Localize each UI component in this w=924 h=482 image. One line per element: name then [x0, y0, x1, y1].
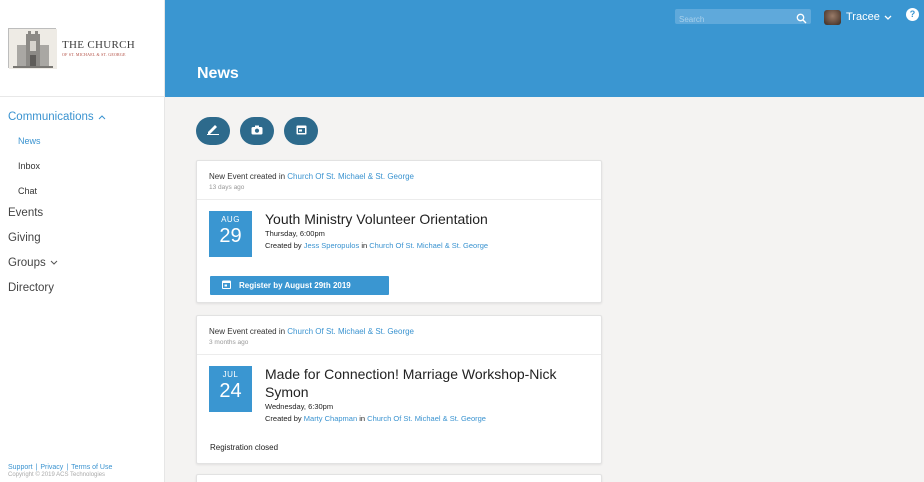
- nav-chat[interactable]: Chat: [0, 180, 164, 202]
- register-button[interactable]: Register by August 29th 2019: [210, 276, 389, 295]
- support-link[interactable]: Support: [8, 464, 33, 471]
- nav-groups[interactable]: Groups: [0, 252, 164, 274]
- author-link[interactable]: Marty Chapman: [304, 414, 357, 423]
- pencil-icon: [206, 122, 220, 140]
- chevron-up-icon: [98, 113, 106, 122]
- church-building-icon: [8, 28, 57, 69]
- church-subname: OF ST. MICHAEL & ST. GEORGE: [62, 52, 126, 57]
- user-name: Tracee: [846, 11, 880, 23]
- post-actions: [196, 117, 318, 145]
- event-day: 29: [219, 225, 242, 247]
- event-details: AUG 29 Youth Ministry Volunteer Orientat…: [197, 200, 601, 257]
- event-title[interactable]: Made for Connection! Marriage Workshop-N…: [265, 365, 565, 401]
- church-link[interactable]: Church Of St. Michael & St. George: [369, 241, 488, 250]
- post-prefix: New Event created in: [209, 172, 286, 181]
- in-label: in: [359, 414, 366, 423]
- news-post: [196, 474, 602, 482]
- post-header: New Event created in Church Of St. Micha…: [197, 316, 601, 355]
- chevron-down-icon: [884, 8, 892, 26]
- page-title: News: [197, 65, 239, 82]
- church-link[interactable]: Church Of St. Michael & St. George: [287, 327, 414, 336]
- nav-events-label: Events: [8, 207, 44, 219]
- nav-communications[interactable]: Communications: [0, 109, 164, 128]
- nav-groups-label: Groups: [8, 257, 46, 269]
- event-details: JUL 24 Made for Connection! Marriage Wor…: [197, 355, 601, 423]
- nav-directory[interactable]: Directory: [0, 277, 164, 299]
- new-photo-button[interactable]: [240, 117, 274, 145]
- event-date-badge: AUG 29: [209, 211, 252, 257]
- calendar-icon: [296, 122, 307, 140]
- post-header: New Event created in Church Of St. Micha…: [197, 161, 601, 200]
- nav-giving[interactable]: Giving: [0, 227, 164, 249]
- event-day: 24: [219, 380, 242, 402]
- post-summary: New Event created in Church Of St. Micha…: [209, 172, 589, 181]
- copyright: Copyright © 2019 ACS Technologies: [8, 472, 106, 478]
- page-header: Tracee ? News: [165, 0, 924, 97]
- created-by-label: Created by: [265, 241, 302, 250]
- church-link[interactable]: Church Of St. Michael & St. George: [367, 414, 486, 423]
- post-time: 13 days ago: [209, 184, 245, 191]
- church-logo[interactable]: THE CHURCH OF ST. MICHAEL & ST. GEORGE: [0, 0, 164, 97]
- footer-separator: |: [35, 464, 38, 471]
- nav-directory-label: Directory: [8, 282, 55, 294]
- event-creator: Created by Marty Chapman in Church Of St…: [265, 414, 565, 423]
- help-icon[interactable]: ?: [906, 8, 919, 21]
- search-box: [675, 9, 811, 27]
- event-month: JUL: [222, 370, 239, 379]
- church-link[interactable]: Church Of St. Michael & St. George: [287, 172, 414, 181]
- event-month: AUG: [221, 215, 240, 224]
- event-title[interactable]: Youth Ministry Volunteer Orientation: [265, 210, 488, 228]
- calendar-icon: [222, 280, 231, 291]
- in-label: in: [361, 241, 368, 250]
- search-input[interactable]: [675, 12, 785, 27]
- nav-giving-label: Giving: [8, 232, 41, 244]
- created-by-label: Created by: [265, 414, 302, 423]
- author-link[interactable]: Jess Speropulos: [304, 241, 359, 250]
- sidebar: THE CHURCH OF ST. MICHAEL & ST. GEORGE C…: [0, 0, 165, 482]
- event-date-badge: JUL 24: [209, 366, 252, 412]
- footer: Support | Privacy | Terms of Use Copyright ©…: [8, 464, 112, 478]
- register-button-label: Register by August 29th 2019: [239, 281, 351, 290]
- nav-communications-label: Communications: [8, 111, 94, 123]
- nav-events[interactable]: Events: [0, 202, 164, 224]
- registration-status: Registration closed: [210, 443, 279, 452]
- new-post-button[interactable]: [196, 117, 230, 145]
- nav-inbox[interactable]: Inbox: [0, 155, 164, 177]
- chevron-down-icon: [50, 259, 58, 268]
- event-creator: Created by Jess Speropulos in Church Of …: [265, 241, 488, 250]
- news-post: New Event created in Church Of St. Micha…: [196, 315, 602, 464]
- terms-link[interactable]: Terms of Use: [71, 464, 112, 471]
- post-summary: New Event created in Church Of St. Micha…: [209, 327, 589, 336]
- nav-news[interactable]: News: [0, 130, 164, 152]
- news-post: New Event created in Church Of St. Micha…: [196, 160, 602, 303]
- privacy-link[interactable]: Privacy: [40, 464, 63, 471]
- event-time: Thursday, 6:00pm: [265, 229, 325, 238]
- main-nav: Communications News Inbox Chat Events Gi…: [0, 97, 164, 299]
- footer-separator: |: [66, 464, 69, 471]
- new-event-button[interactable]: [284, 117, 318, 145]
- church-name: THE CHURCH: [62, 39, 135, 51]
- post-prefix: New Event created in: [209, 327, 286, 336]
- user-menu[interactable]: Tracee: [824, 8, 892, 26]
- search-icon[interactable]: [796, 11, 807, 24]
- event-time: Wednesday, 6:30pm: [265, 402, 334, 411]
- post-time: 3 months ago: [209, 339, 249, 346]
- avatar: [824, 9, 841, 25]
- camera-icon: [251, 122, 263, 140]
